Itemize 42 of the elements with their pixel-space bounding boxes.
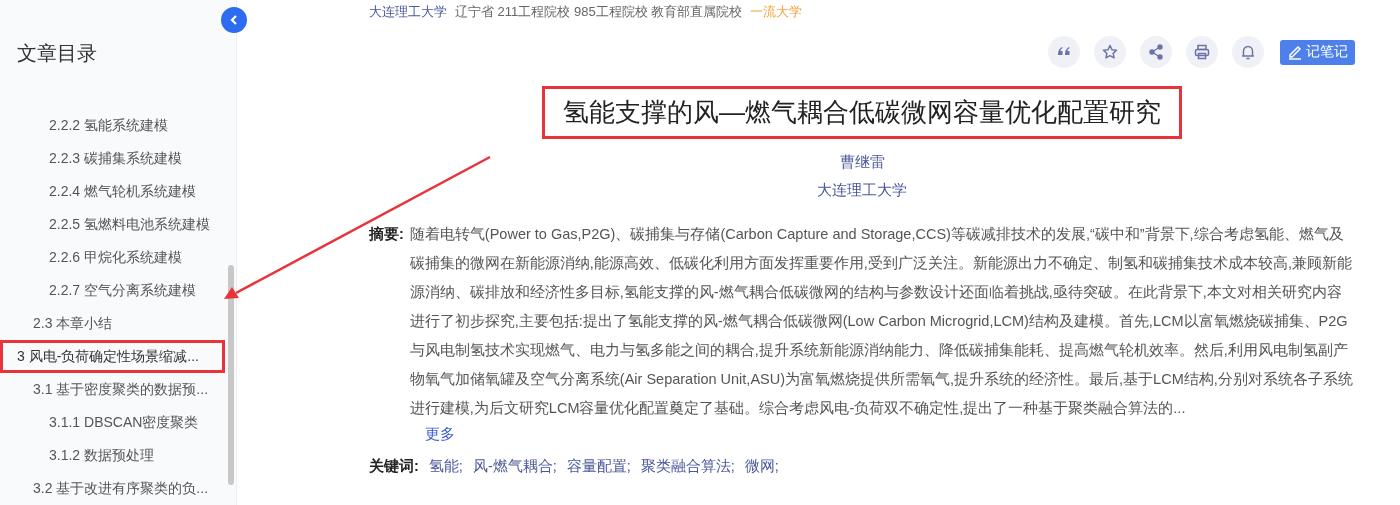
bell-button[interactable]	[1232, 36, 1264, 68]
university-link[interactable]: 大连理工大学	[369, 3, 447, 23]
print-icon	[1193, 43, 1211, 61]
toc-item[interactable]: 2.2.7 空气分离系统建模	[0, 274, 225, 307]
abstract-label: 摘要:	[369, 225, 404, 244]
toc-item[interactable]: 3.2 基于改进有序聚类的负...	[0, 472, 225, 505]
toc-item[interactable]: 3.1 基于密度聚类的数据预...	[0, 373, 225, 406]
note-button[interactable]: 记笔记	[1280, 39, 1355, 65]
rank-tag: 一流大学	[750, 3, 803, 23]
chevron-left-icon	[228, 14, 240, 26]
more-link[interactable]: 更多	[425, 423, 455, 445]
affiliation-link[interactable]: 大连理工大学	[817, 182, 907, 198]
keywords-label: 关键词:	[369, 457, 419, 476]
paper-title: 氢能支撑的风—燃气耦合低碳微网容量优化配置研究	[542, 86, 1182, 139]
university-tags: 辽宁省 211工程院校 985工程院校 教育部直属院校	[455, 3, 743, 23]
print-button[interactable]	[1186, 36, 1218, 68]
star-button[interactable]	[1094, 36, 1126, 68]
quote-button[interactable]	[1048, 36, 1080, 68]
share-button[interactable]	[1140, 36, 1172, 68]
toc-item[interactable]: 2.2.5 氢燃料电池系统建模	[0, 208, 225, 241]
toc-item[interactable]: 2.2.4 燃气轮机系统建模	[0, 175, 225, 208]
collapse-button[interactable]	[221, 7, 247, 33]
pencil-icon	[1287, 44, 1303, 60]
toc-item[interactable]: 2.2.2 氢能系统建模	[0, 109, 225, 142]
sidebar-title: 文章目录	[17, 41, 98, 66]
toc-item[interactable]: 3.1.1 DBSCAN密度聚类	[0, 406, 225, 439]
toc-item[interactable]: 2.3 本章小结	[0, 307, 225, 340]
keyword-link[interactable]: 微网;	[744, 457, 779, 476]
star-icon	[1101, 43, 1119, 61]
abstract-text: 随着电转气(Power to Gas,P2G)、碳捕集与存储(Carbon Capture and Storage,CCS)等碳减排技术的发展,“碳中和”背景下,综合考虑氢能、燃气及碳捕集的微网在新能源消纳,能源高效、低碳化利用方面发挥重要作用,受到广泛关注。新能源出力不确定、制氢和碳捕集技术成本较高,兼顾新能源消纳、碳排放和经济性多目标,氢能支撑的风-燃气耦合低碳微网的结构与参数设计还面临着挑战,亟待突破。在此背景下,本文对相关研究内容进行了初步探究,主要包括:提出了氢能支撑的风-燃气耦合低碳微网(Low Carbon Microgrid,LCM)结构及建模。首先,LCM以富氧燃烧碳捕集、P2G与风电制氢技术实现燃气、电力与氢多能之间的耦合,提升系统新能源消纳能力、降低碳捕集能耗、提高燃气轮机效率。然后,利用风电制氢副产物氧气加储氧罐及空气分离系统(Air Separation Unit,ASU)为富氧燃烧提供所需氧气,提升系统的经济性。最后,基于LCM结构,分别对系统各子系统进行建模,为后文研究LCM容量优化配置奠定了基础。综合考虑风电-负荷双不确定性,提出了一种基于聚类融合算法的...	[409, 225, 1354, 418]
toc-item[interactable]: 3 风电-负荷确定性场景缩减...	[0, 340, 225, 373]
scrollbar[interactable]	[228, 265, 234, 485]
author-link[interactable]: 曹继雷	[839, 154, 885, 170]
bell-icon	[1239, 43, 1257, 61]
keyword-link[interactable]: 氢能;	[428, 457, 463, 476]
keyword-link[interactable]: 风-燃气耦合;	[472, 457, 557, 476]
keyword-link[interactable]: 容量配置;	[566, 457, 631, 476]
toc-item[interactable]: 3.1.2 数据预处理	[0, 439, 225, 472]
toc-item[interactable]: 2.2.3 碳捕集系统建模	[0, 142, 225, 175]
share-icon	[1147, 43, 1165, 61]
keyword-link[interactable]: 聚类融合算法;	[640, 457, 735, 476]
toc-item[interactable]: 2.2.6 甲烷化系统建模	[0, 241, 225, 274]
